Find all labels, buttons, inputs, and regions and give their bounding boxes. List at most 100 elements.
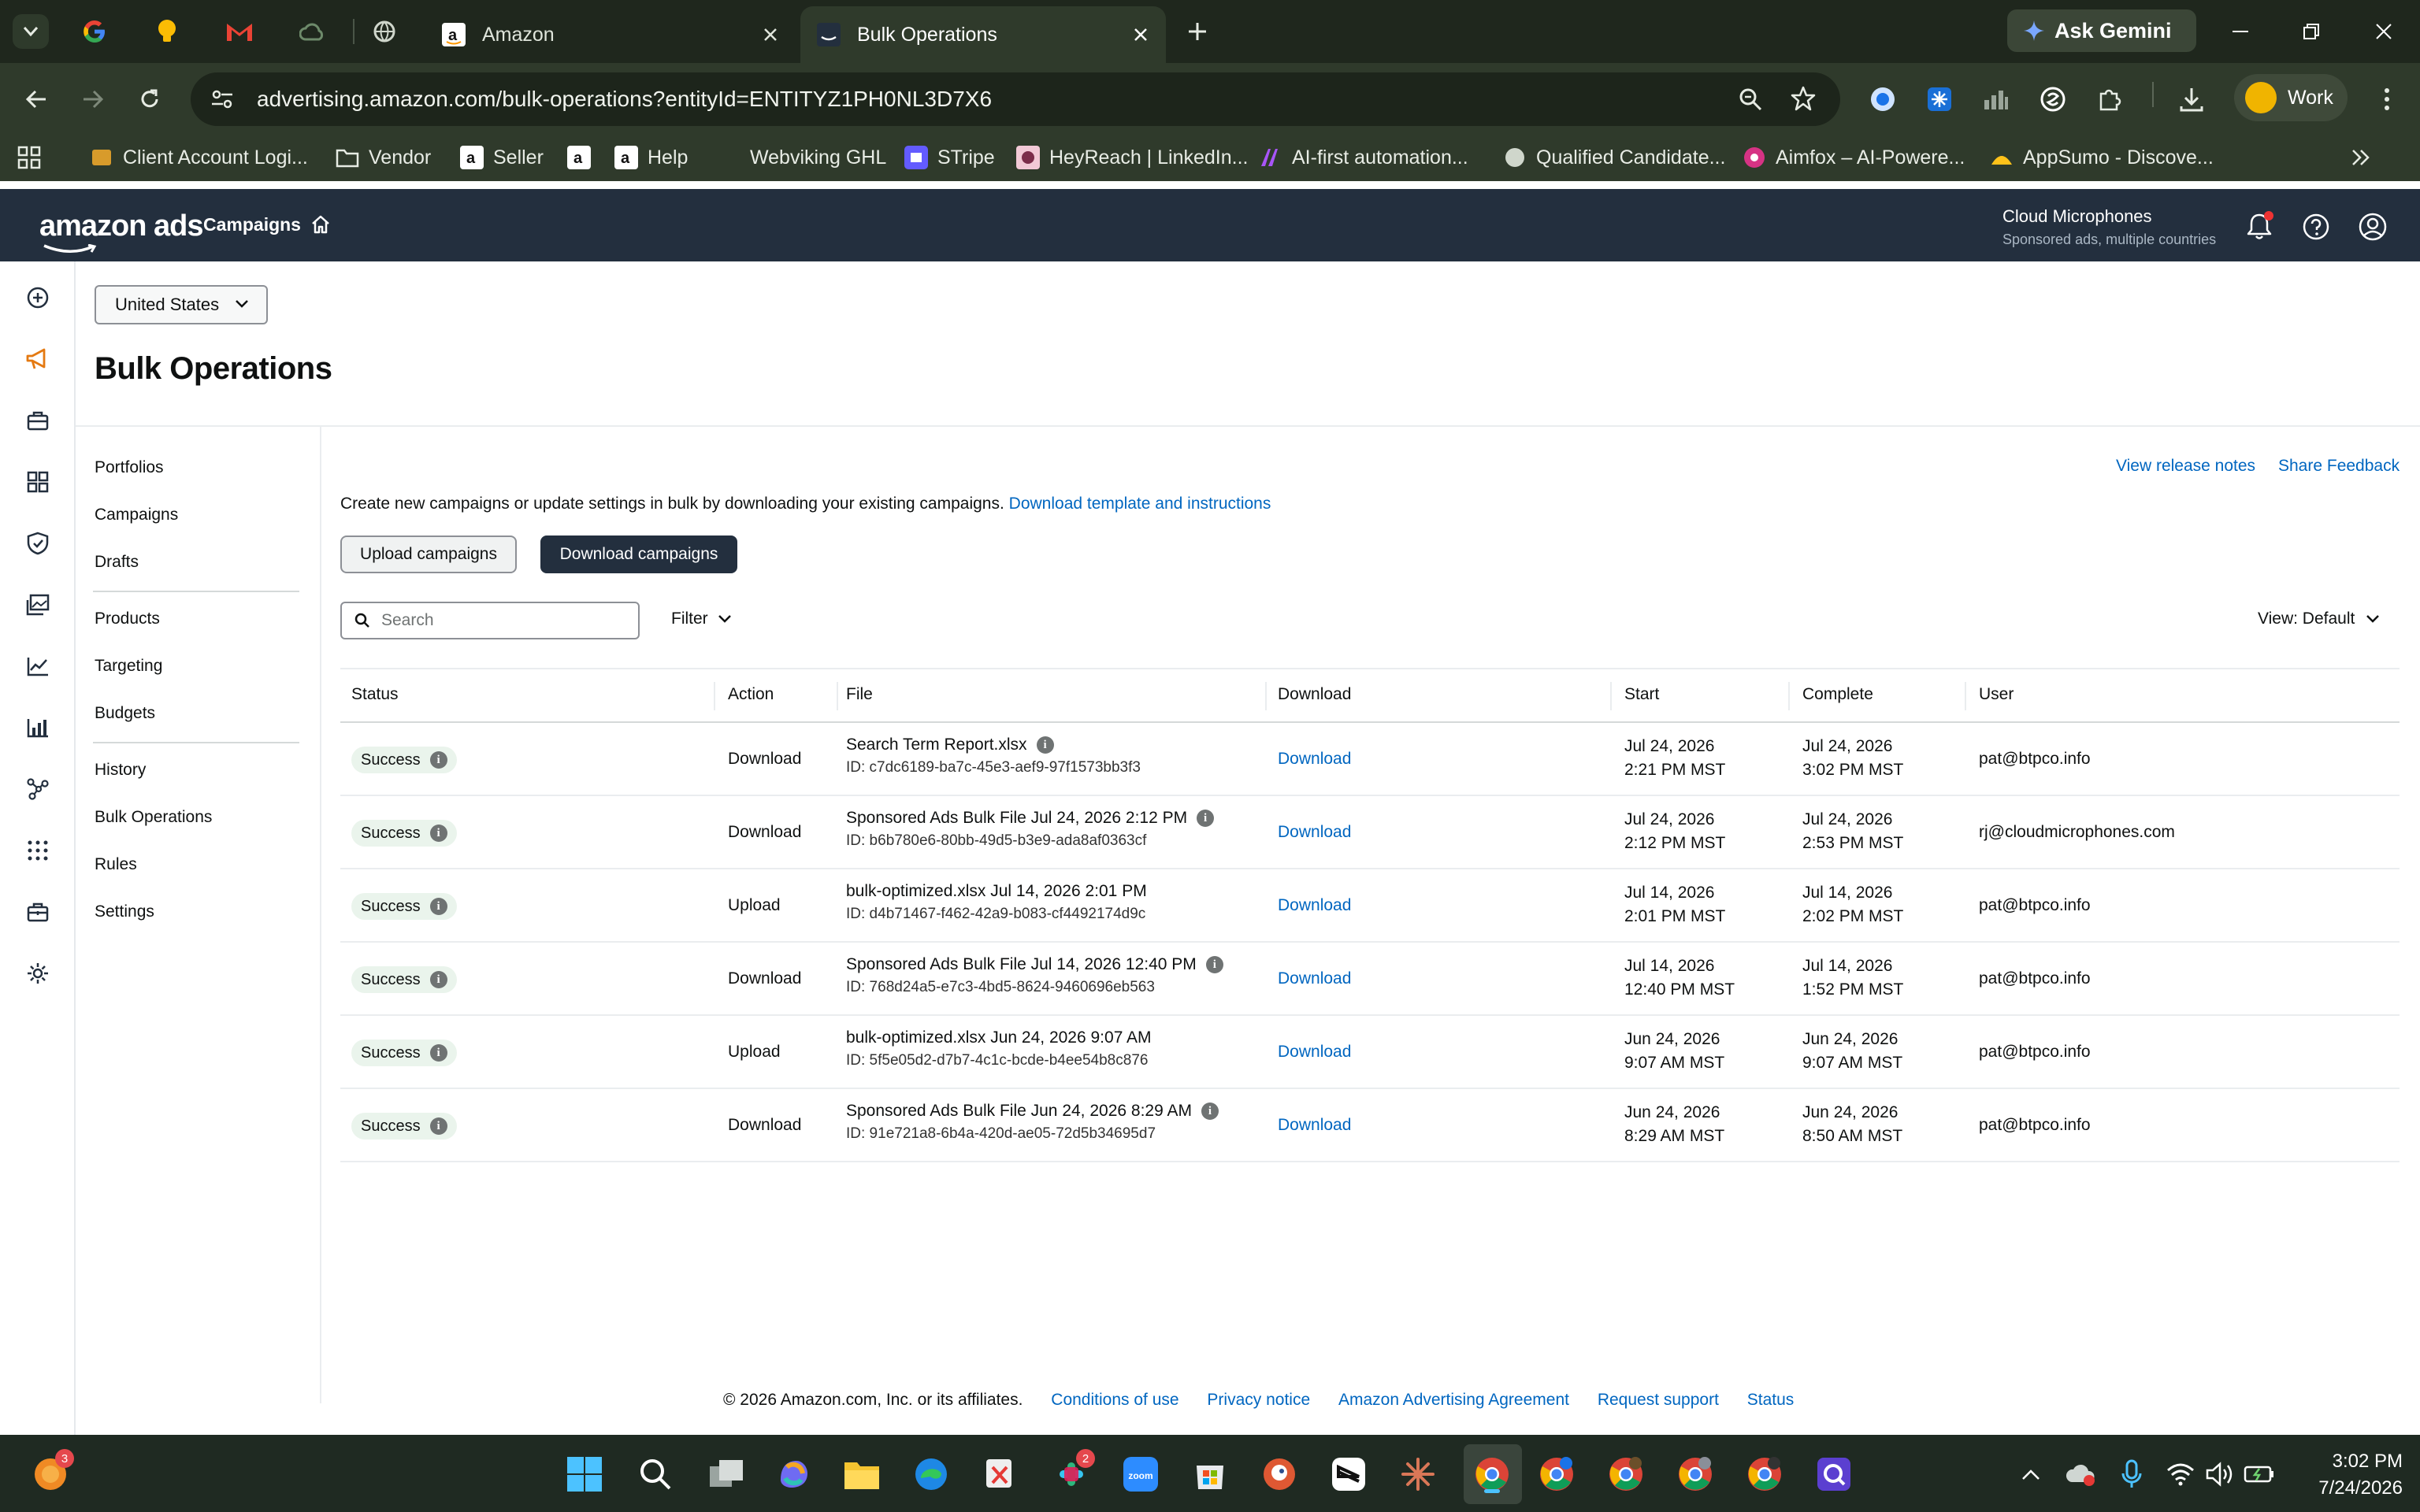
- column-header-action[interactable]: Action: [728, 685, 774, 723]
- claude-icon[interactable]: [1396, 1452, 1440, 1496]
- app-q-icon[interactable]: [1812, 1452, 1856, 1496]
- view-dropdown[interactable]: View: Default: [2258, 610, 2380, 628]
- browser-menu-icon[interactable]: [2371, 83, 2403, 115]
- wifi-icon[interactable]: [2158, 1452, 2203, 1496]
- zoom-app-icon[interactable]: zoom: [1119, 1452, 1163, 1496]
- info-icon[interactable]: i: [429, 751, 447, 769]
- bookmark-vendor[interactable]: Vendor: [336, 143, 431, 172]
- country-selector[interactable]: United States: [95, 285, 268, 324]
- apps-dots-icon[interactable]: [22, 835, 54, 866]
- bookmark-webviking[interactable]: Webviking GHL: [750, 143, 886, 172]
- chrome-profile-4-icon[interactable]: [1743, 1452, 1787, 1496]
- volume-icon[interactable]: [2198, 1452, 2242, 1496]
- info-icon[interactable]: i: [1036, 736, 1054, 754]
- briefcase-icon[interactable]: [22, 405, 54, 436]
- bookmark-seller[interactable]: a Seller: [460, 143, 544, 172]
- downloads-icon[interactable]: [2176, 83, 2207, 115]
- nav-campaigns-link[interactable]: Campaigns: [203, 214, 301, 235]
- chrome-work-icon[interactable]: [1470, 1452, 1514, 1496]
- download-link[interactable]: Download: [1278, 1043, 1351, 1062]
- info-icon[interactable]: i: [1201, 1102, 1219, 1120]
- minimize-button[interactable]: [2223, 16, 2258, 47]
- tab-amazon[interactable]: a Amazon: [425, 6, 796, 63]
- subnav-item-budgets[interactable]: Budgets: [95, 704, 155, 723]
- home-icon[interactable]: [310, 214, 331, 235]
- capcut-icon[interactable]: [1327, 1452, 1371, 1496]
- restore-button[interactable]: [2294, 16, 2329, 47]
- subnav-item-history[interactable]: History: [95, 761, 146, 780]
- chrome-profile-2-icon[interactable]: [1604, 1452, 1648, 1496]
- download-link[interactable]: Download: [1278, 823, 1351, 842]
- notification-center-icon[interactable]: 3: [28, 1449, 74, 1496]
- pinned-tab-keep[interactable]: [142, 11, 192, 52]
- bookmark-help[interactable]: a Help: [614, 143, 688, 172]
- close-icon[interactable]: [759, 24, 781, 46]
- download-campaigns-button[interactable]: Download campaigns: [540, 536, 737, 573]
- footer-link-agreement[interactable]: Amazon Advertising Agreement: [1338, 1391, 1569, 1409]
- download-link[interactable]: Download: [1278, 750, 1351, 769]
- bookmark-heyreach[interactable]: HeyReach | LinkedIn...: [1016, 143, 1248, 172]
- footer-link-conditions[interactable]: Conditions of use: [1051, 1391, 1178, 1409]
- duckduckgo-icon[interactable]: [1257, 1452, 1301, 1496]
- bookmark-star-icon[interactable]: [1790, 85, 1817, 112]
- bookmark-client-account[interactable]: Client Account Logi...: [90, 143, 308, 172]
- account-switcher[interactable]: Cloud Microphones Sponsored ads, multipl…: [2002, 206, 2216, 248]
- subnav-item-portfolios[interactable]: Portfolios: [95, 458, 164, 477]
- info-icon[interactable]: i: [429, 1044, 447, 1062]
- view-release-notes-link[interactable]: View release notes: [2116, 457, 2255, 476]
- column-header-start[interactable]: Start: [1624, 685, 1659, 723]
- subnav-item-targeting[interactable]: Targeting: [95, 657, 162, 676]
- pinned-tab-gmail[interactable]: [214, 11, 265, 52]
- subnav-item-bulk-operations[interactable]: Bulk Operations: [95, 808, 212, 827]
- shield-icon[interactable]: [22, 528, 54, 559]
- download-template-link[interactable]: Download template and instructions: [1009, 495, 1271, 513]
- extension-4-icon[interactable]: [2037, 83, 2069, 115]
- task-view-icon[interactable]: [704, 1452, 748, 1496]
- column-header-complete[interactable]: Complete: [1802, 685, 1873, 723]
- info-icon[interactable]: i: [1205, 956, 1223, 973]
- extension-1-icon[interactable]: [1867, 83, 1899, 115]
- footer-link-privacy[interactable]: Privacy notice: [1207, 1391, 1310, 1409]
- file-explorer-icon[interactable]: [840, 1452, 884, 1496]
- column-header-user[interactable]: User: [1979, 685, 2014, 723]
- user-menu-button[interactable]: [2357, 211, 2388, 243]
- bookmark-aimfox[interactable]: Aimfox – AI-Powere...: [1743, 143, 1965, 172]
- notifications-button[interactable]: [2244, 211, 2275, 243]
- info-icon[interactable]: i: [1197, 810, 1215, 827]
- new-tab-button[interactable]: [1182, 16, 1213, 47]
- share-feedback-link[interactable]: Share Feedback: [2278, 457, 2400, 476]
- chrome-profile-3-icon[interactable]: [1673, 1452, 1717, 1496]
- settings-gear-icon[interactable]: [22, 958, 54, 989]
- column-header-download[interactable]: Download: [1278, 685, 1351, 723]
- profile-button[interactable]: Work: [2234, 74, 2348, 121]
- dashboard-icon[interactable]: [22, 466, 54, 498]
- upload-campaigns-button[interactable]: Upload campaigns: [340, 536, 517, 573]
- column-header-status[interactable]: Status: [351, 685, 399, 723]
- search-input[interactable]: [381, 611, 618, 630]
- close-window-button[interactable]: [2366, 16, 2401, 47]
- microsoft-store-icon[interactable]: [1188, 1452, 1232, 1496]
- show-hidden-icons-chevron-up-icon[interactable]: [2009, 1452, 2053, 1496]
- subnav-item-settings[interactable]: Settings: [95, 902, 154, 921]
- subnav-item-rules[interactable]: Rules: [95, 855, 137, 874]
- extensions-puzzle-icon[interactable]: [2094, 83, 2125, 115]
- download-link[interactable]: Download: [1278, 896, 1351, 915]
- battery-icon[interactable]: [2237, 1452, 2281, 1496]
- address-bar[interactable]: advertising.amazon.com/bulk-operations?e…: [191, 72, 1840, 126]
- footer-link-status[interactable]: Status: [1747, 1391, 1795, 1409]
- apps-grid-icon[interactable]: [17, 143, 41, 172]
- amazon-ads-logo[interactable]: amazon ads: [39, 209, 204, 253]
- pinned-tab-cloud[interactable]: [287, 11, 337, 52]
- toolbox-icon[interactable]: [22, 896, 54, 928]
- create-icon[interactable]: [22, 282, 54, 313]
- more-bookmarks-icon[interactable]: [2351, 143, 2371, 172]
- copilot-icon[interactable]: [772, 1452, 816, 1496]
- info-icon[interactable]: i: [429, 971, 447, 988]
- subnav-item-campaigns[interactable]: Campaigns: [95, 506, 178, 524]
- info-icon[interactable]: i: [429, 1117, 447, 1135]
- reload-button[interactable]: [132, 82, 167, 117]
- subnav-item-drafts[interactable]: Drafts: [95, 553, 139, 572]
- info-icon[interactable]: i: [429, 825, 447, 842]
- bookmark-ai-first[interactable]: AI-first automation...: [1259, 143, 1468, 172]
- column-header-file[interactable]: File: [846, 685, 873, 723]
